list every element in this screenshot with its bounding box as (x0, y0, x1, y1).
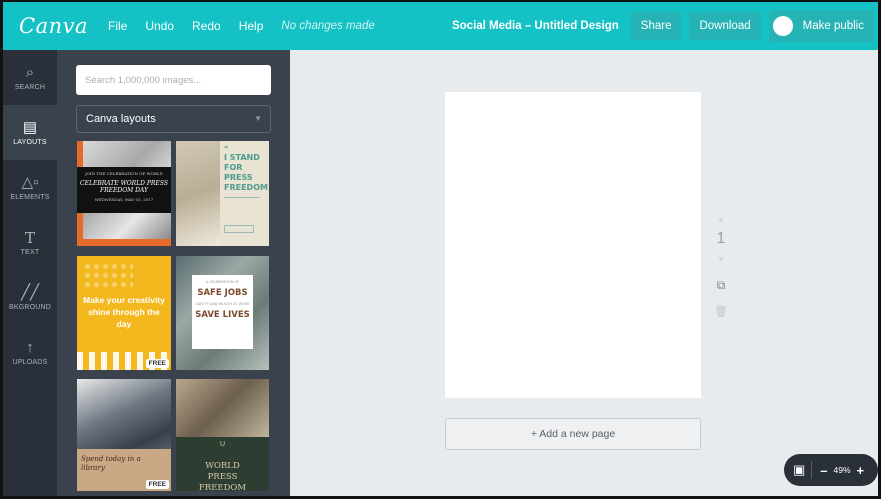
design-title[interactable]: Social Media – Untitled Design (452, 20, 619, 32)
zoom-out-button[interactable]: – (820, 463, 827, 478)
rail-item-search[interactable]: ⌕ SEARCH (3, 50, 57, 105)
rail-item-uploads[interactable]: ↑ UPLOADS (3, 325, 57, 380)
menu-help[interactable]: Help (239, 19, 264, 33)
share-button[interactable]: Share (630, 12, 682, 40)
menu-undo[interactable]: Undo (145, 19, 174, 33)
rail-item-layouts[interactable]: ▤ LAYOUTS (3, 105, 57, 160)
rail-item-background[interactable]: ╱╱ BKGROUND (3, 270, 57, 325)
layout-thumb-creativity[interactable]: Make your creativity shine through the d… (77, 256, 171, 370)
layout-type-select[interactable]: Canva layouts ▼ (76, 105, 271, 133)
toggle-knob (772, 16, 793, 36)
free-badge: FREE (145, 480, 169, 489)
layout-thumb-celebrate-press[interactable]: JOIN THE CELEBRATION OF WORLD CELEBRATE … (77, 141, 171, 246)
make-public-toggle[interactable]: Make public (768, 10, 874, 42)
move-page-up-icon[interactable]: ▲ (717, 214, 726, 226)
layout-thumb-library[interactable]: Spend today in a library FREE (77, 379, 171, 491)
rail-item-elements[interactable]: △▫ ELEMENTS (3, 160, 57, 215)
chevron-down-icon: ▼ (254, 114, 262, 123)
zoom-in-button[interactable]: + (857, 463, 865, 478)
shapes-icon: △▫ (21, 173, 39, 191)
menu-redo[interactable]: Redo (192, 19, 221, 33)
layout-select-value: Canva layouts (86, 113, 156, 125)
top-bar: Canva File Undo Redo Help No changes mad… (3, 2, 878, 50)
layout-thumb-safe-jobs[interactable]: A CELEBRATION OF SAFE JOBS SAFETY AND HE… (176, 256, 269, 370)
delete-page-icon[interactable]: 🗑 (714, 305, 728, 318)
page-number: 1 (716, 230, 726, 247)
zoom-level: 49% (833, 465, 851, 475)
make-public-label: Make public (802, 20, 864, 32)
menu-file[interactable]: File (108, 19, 127, 33)
save-status: No changes made (281, 20, 375, 32)
layout-thumb-world-press[interactable]: U WORLD PRESS FREEDOM DAY (176, 379, 269, 491)
design-page[interactable] (445, 92, 701, 398)
thumb-photo (176, 141, 220, 246)
search-icon: ⌕ (25, 63, 35, 81)
present-icon[interactable]: ▣ (793, 462, 805, 478)
upload-icon: ↑ (26, 338, 34, 356)
horseshoe-icon: U (219, 441, 226, 448)
rail-item-text[interactable]: T TEXT (3, 215, 57, 270)
canva-logo[interactable]: Canva (19, 14, 88, 38)
background-icon: ╱╱ (20, 283, 40, 301)
image-search-input[interactable] (76, 65, 271, 95)
text-icon: T (24, 228, 35, 247)
download-button[interactable]: Download (689, 12, 761, 40)
thumb-photo (176, 379, 269, 437)
side-rail: ⌕ SEARCH ▤ LAYOUTS △▫ ELEMENTS T TEXT ╱╱… (3, 50, 57, 496)
zoom-control: ▣ – 49% + (784, 454, 878, 486)
app-window: Canva File Undo Redo Help No changes mad… (0, 0, 881, 499)
page-tools: ▲ 1 ▼ ⧉ 🗑 (711, 214, 731, 318)
layout-icon: ▤ (22, 118, 38, 136)
copy-page-icon[interactable]: ⧉ (717, 278, 726, 293)
layout-thumb-stand-press[interactable]: “ I STAND FOR PRESS FREEDOM! (176, 141, 269, 246)
add-page-button[interactable]: + Add a new page (445, 418, 701, 450)
move-page-down-icon[interactable]: ▼ (717, 254, 726, 264)
free-badge: FREE (145, 359, 169, 368)
